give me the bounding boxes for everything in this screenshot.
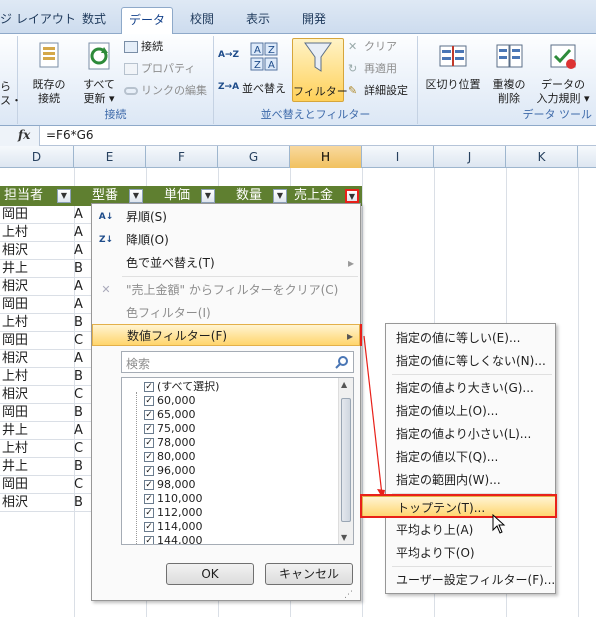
checkbox-checked-icon[interactable]: ✓ xyxy=(144,410,154,420)
checklist-item-label: 60,000 xyxy=(157,394,196,407)
checklist-item[interactable]: ✓ 75,000 xyxy=(144,422,196,436)
annotation-mark xyxy=(360,324,362,346)
checklist-item[interactable]: ✓ 110,000 xyxy=(144,492,203,506)
submenu-below-average[interactable]: 平均より下(O) xyxy=(386,542,555,564)
checklist-item-label: 78,000 xyxy=(157,436,196,449)
submenu-between[interactable]: 指定の範囲内(W)... xyxy=(386,469,555,491)
search-placeholder: 検索 xyxy=(126,357,151,371)
submenu-equals[interactable]: 指定の値に等しい(E)... xyxy=(386,327,555,349)
menu-sort-by-color[interactable]: 色で並べ替え(T) ▸ xyxy=(92,252,360,274)
checklist-scrollbar[interactable]: ▲ ▼ xyxy=(338,378,353,544)
sort-desc-icon: Z↓ xyxy=(98,235,114,245)
annotation-highlight-box xyxy=(360,494,557,518)
checklist-item[interactable]: ✓ 65,000 xyxy=(144,408,196,422)
sort-asc-icon: A↓ xyxy=(98,212,114,222)
ok-button[interactable]: OK xyxy=(166,563,254,585)
checkbox-checked-icon[interactable]: ✓ xyxy=(144,452,154,462)
tree-guide-line xyxy=(136,392,137,544)
menu-number-filter-label: 数値フィルター(F) xyxy=(127,329,228,343)
submenu-separator xyxy=(392,566,552,567)
checklist-item-label: 144,000 xyxy=(157,534,203,545)
mouse-cursor-icon xyxy=(492,514,506,534)
menu-sort-color-label: 色で並べ替え(T) xyxy=(126,256,215,270)
checklist-select-all[interactable]: ✓ (すべて選択) xyxy=(144,380,219,394)
menu-color-filter[interactable]: 色フィルター(I) xyxy=(92,302,360,324)
menu-clear-filter[interactable]: ✕ "売上金額" からフィルターをクリア(C) xyxy=(92,279,360,301)
submenu-less-or-equal[interactable]: 指定の値以下(Q)... xyxy=(386,446,555,468)
checkbox-checked-icon[interactable]: ✓ xyxy=(144,480,154,490)
checkbox-checked-icon[interactable]: ✓ xyxy=(144,522,154,532)
submenu-arrow-icon: ▸ xyxy=(346,329,353,343)
submenu-less-than[interactable]: 指定の値より小さい(L)... xyxy=(386,423,555,445)
menu-separator xyxy=(122,276,358,277)
checklist-item-label: 114,000 xyxy=(157,520,203,533)
menu-sort-descending-label: 降順(O) xyxy=(126,233,169,247)
submenu-custom-filter[interactable]: ユーザー設定フィルター(F)... xyxy=(386,569,555,591)
clear-filter-icon: ✕ xyxy=(101,283,111,296)
checkbox-checked-icon[interactable]: ✓ xyxy=(144,424,154,434)
checklist-item[interactable]: ✓ 114,000 xyxy=(144,520,203,534)
checklist-item[interactable]: ✓ 60,000 xyxy=(144,394,196,408)
submenu-above-average[interactable]: 平均より上(A) xyxy=(386,519,555,541)
checklist-item-label: (すべて選択) xyxy=(157,380,220,393)
submenu-separator xyxy=(392,374,552,375)
scroll-down-icon[interactable]: ▼ xyxy=(341,533,347,542)
menu-color-filter-label: 色フィルター(I) xyxy=(126,306,211,320)
filter-search-input[interactable]: 検索 xyxy=(121,351,354,373)
checklist-item-label: 96,000 xyxy=(157,464,196,477)
checklist-item-label: 110,000 xyxy=(157,492,203,505)
checkbox-checked-icon[interactable]: ✓ xyxy=(144,438,154,448)
checklist-item-label: 75,000 xyxy=(157,422,196,435)
cancel-button[interactable]: キャンセル xyxy=(265,563,353,585)
checkbox-checked-icon[interactable]: ✓ xyxy=(144,466,154,476)
checklist-item-label: 112,000 xyxy=(157,506,203,519)
resize-grip-icon[interactable]: ⋰ xyxy=(344,590,353,600)
checkbox-checked-icon[interactable]: ✓ xyxy=(144,536,154,544)
checkbox-checked-icon[interactable]: ✓ xyxy=(144,508,154,518)
checklist-item[interactable]: ✓ 96,000 xyxy=(144,464,196,478)
checklist-item-label: 80,000 xyxy=(157,450,196,463)
scrollbar-thumb[interactable] xyxy=(341,398,351,522)
number-filter-submenu: 指定の値に等しい(E)... 指定の値に等しくない(N)... 指定の値より大き… xyxy=(362,323,556,594)
submenu-greater-than[interactable]: 指定の値より大きい(G)... xyxy=(386,377,555,399)
search-icon xyxy=(335,356,348,369)
checklist-item[interactable]: ✓ 78,000 xyxy=(144,436,196,450)
checkbox-checked-icon[interactable]: ✓ xyxy=(144,494,154,504)
filter-value-checklist: ✓ (すべて選択) ✓ 60,000 ✓ 65,000 ✓ 75,000 ✓ 78,000 ✓ 80,… xyxy=(121,377,354,545)
checklist-item[interactable]: ✓ 112,000 xyxy=(144,506,203,520)
checklist-item-label: 98,000 xyxy=(157,478,196,491)
submenu-greater-or-equal[interactable]: 指定の値以上(O)... xyxy=(386,400,555,422)
menu-sort-ascending-label: 昇順(S) xyxy=(126,210,167,224)
checklist-item-label: 65,000 xyxy=(157,408,196,421)
scroll-up-icon[interactable]: ▲ xyxy=(341,380,347,389)
menu-sort-ascending[interactable]: A↓ 昇順(S) xyxy=(92,206,360,228)
menu-number-filter[interactable]: 数値フィルター(F) ▸ xyxy=(92,324,360,346)
submenu-not-equals[interactable]: 指定の値に等しくない(N)... xyxy=(386,350,555,372)
submenu-arrow-icon: ▸ xyxy=(347,256,354,270)
menu-clear-filter-label: "売上金額" からフィルターをクリア(C) xyxy=(126,283,339,297)
checkbox-checked-icon[interactable]: ✓ xyxy=(144,396,154,406)
checklist-item[interactable]: ✓ 80,000 xyxy=(144,450,196,464)
menu-sort-descending[interactable]: Z↓ 降順(O) xyxy=(92,229,360,251)
checklist-item[interactable]: ✓ 144,000 xyxy=(144,534,203,545)
checklist-item[interactable]: ✓ 98,000 xyxy=(144,478,196,492)
checkbox-checked-icon[interactable]: ✓ xyxy=(144,382,154,392)
